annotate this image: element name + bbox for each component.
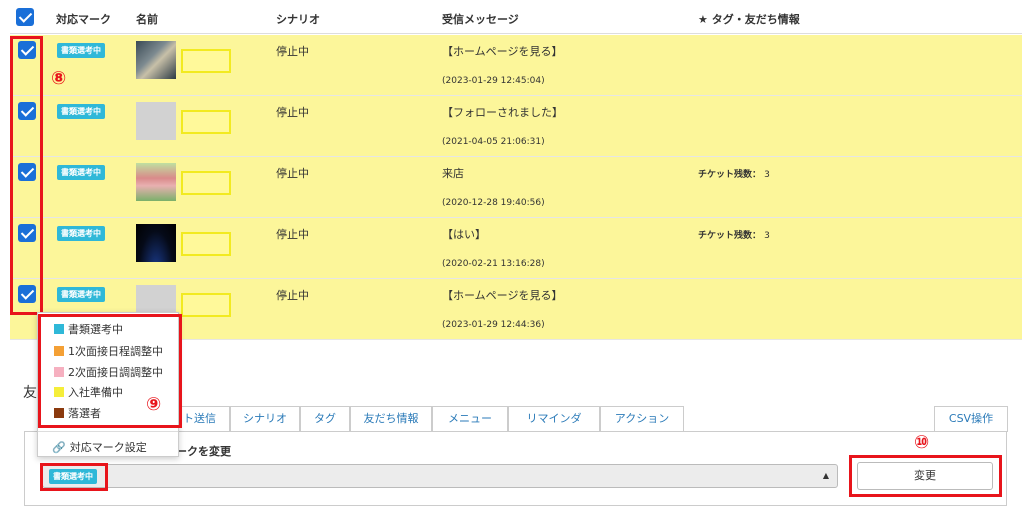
- select-all-checkbox[interactable]: [16, 8, 34, 26]
- panel-title: ークを変更: [176, 445, 231, 458]
- tag-value: 3: [764, 231, 770, 241]
- message-time: (2023-01-29 12:45:04): [442, 76, 545, 86]
- table-row[interactable]: 書類選考中 停止中 【フォローされました】 (2021-04-05 21:06:…: [10, 96, 1022, 157]
- name-redacted[interactable]: [181, 232, 231, 256]
- scenario-status: 停止中: [276, 106, 309, 119]
- tag-label: チケット残数：: [698, 170, 762, 180]
- tag-info: チケット残数： 3: [698, 228, 770, 241]
- header-tags: ★ タグ・友だち情報: [698, 13, 800, 26]
- status-badge[interactable]: 書類選考中: [57, 43, 105, 58]
- tab-scenario[interactable]: シナリオ: [230, 406, 300, 432]
- annotation-box-10: [849, 455, 1002, 497]
- table-header: 対応マーク 名前 シナリオ 受信メッセージ ★ タグ・友だち情報: [10, 2, 1022, 34]
- status-badge[interactable]: 書類選考中: [57, 287, 105, 302]
- tab-menu[interactable]: メニュー: [432, 406, 508, 432]
- avatar[interactable]: [136, 41, 176, 79]
- annotation-box-badge: [40, 463, 108, 491]
- name-redacted[interactable]: [181, 49, 231, 73]
- tab-tag[interactable]: タグ: [300, 406, 350, 432]
- header-scenario: シナリオ: [276, 13, 320, 26]
- mark-settings-label: 対応マーク設定: [69, 441, 147, 454]
- header-name: 名前: [136, 13, 158, 26]
- name-redacted[interactable]: [181, 110, 231, 134]
- message-time: (2020-12-28 19:40:56): [442, 198, 545, 208]
- message-text: 【はい】: [442, 228, 486, 241]
- friends-section-label: 友: [23, 385, 37, 401]
- tab-reminder[interactable]: リマインダ: [508, 406, 600, 432]
- header-mark: 対応マーク: [56, 13, 111, 26]
- avatar[interactable]: [136, 224, 176, 262]
- name-redacted[interactable]: [181, 171, 231, 195]
- table-row[interactable]: 書類選考中 停止中 来店 (2020-12-28 19:40:56) チケット残…: [10, 157, 1022, 218]
- tag-value: 3: [764, 170, 770, 180]
- tag-info: チケット残数： 3: [698, 167, 770, 180]
- annotation-box-8: [10, 36, 43, 315]
- message-text: 来店: [442, 167, 464, 180]
- scenario-status: 停止中: [276, 167, 309, 180]
- tab-friend-info[interactable]: 友だち情報: [350, 406, 432, 432]
- dropdown-arrow-icon: ▲: [822, 471, 829, 480]
- csv-button[interactable]: CSV操作: [934, 406, 1008, 432]
- message-time: (2023-01-29 12:44:36): [442, 320, 545, 330]
- dropdown-divider: [38, 431, 178, 432]
- tab-action[interactable]: アクション: [600, 406, 684, 432]
- annotation-number-9: ⑨: [146, 394, 162, 415]
- mark-select[interactable]: ▲: [42, 464, 838, 488]
- name-redacted[interactable]: [181, 293, 231, 317]
- avatar[interactable]: [136, 163, 176, 201]
- message-time: (2020-02-21 13:16:28): [442, 259, 545, 269]
- link-icon: 🔗: [52, 440, 66, 454]
- scenario-status: 停止中: [276, 228, 309, 241]
- table-row[interactable]: 書類選考中 停止中 【ホームページを見る】 (2023-01-29 12:45:…: [10, 35, 1022, 96]
- message-text: 【ホームページを見る】: [442, 289, 563, 302]
- tag-label: チケット残数：: [698, 231, 762, 241]
- avatar[interactable]: [136, 102, 176, 140]
- annotation-number-8: ⑧: [51, 68, 67, 89]
- status-badge[interactable]: 書類選考中: [57, 165, 105, 180]
- message-text: 【ホームページを見る】: [442, 45, 563, 58]
- status-badge[interactable]: 書類選考中: [57, 226, 105, 241]
- status-badge[interactable]: 書類選考中: [57, 104, 105, 119]
- header-message: 受信メッセージ: [442, 13, 519, 26]
- message-text: 【フォローされました】: [442, 106, 563, 119]
- mark-settings-link[interactable]: 🔗 対応マーク設定: [52, 439, 147, 455]
- scenario-status: 停止中: [276, 45, 309, 58]
- scenario-status: 停止中: [276, 289, 309, 302]
- message-time: (2021-04-05 21:06:31): [442, 137, 545, 147]
- annotation-number-10: ⑩: [914, 432, 930, 453]
- table-row[interactable]: 書類選考中 停止中 【はい】 (2020-02-21 13:16:28) チケッ…: [10, 218, 1022, 279]
